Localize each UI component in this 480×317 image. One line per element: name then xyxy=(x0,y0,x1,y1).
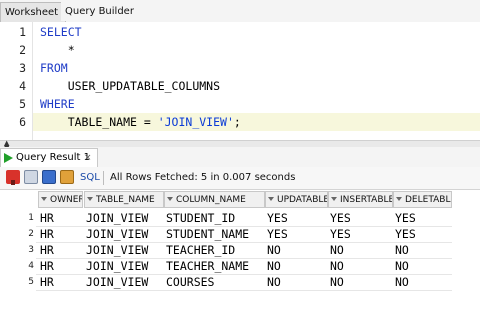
table-cell[interactable]: COURSES xyxy=(166,275,214,289)
sort-icon[interactable] xyxy=(167,197,173,201)
table-cell[interactable]: NO xyxy=(330,259,344,273)
sort-icon[interactable] xyxy=(396,197,402,201)
code-line[interactable]: TABLE_NAME = 'JOIN_VIEW'; xyxy=(40,115,241,129)
column-header-label: UPDATABLE xyxy=(277,195,328,205)
line-number: 5 xyxy=(19,97,26,111)
table-cell[interactable]: YES xyxy=(267,211,288,225)
sql-editor[interactable]: 1 2 3 4 5 6 SELECT * FROM USER_UPDATABLE_COLUM… xyxy=(0,22,480,140)
column-header-label: COLUMN_NAME xyxy=(176,195,246,205)
row-number[interactable]: 2 xyxy=(18,229,34,239)
table-cell[interactable]: NO xyxy=(395,275,409,289)
table-cell[interactable]: HR xyxy=(40,259,54,273)
line-number: 1 xyxy=(19,25,26,39)
export-icon[interactable] xyxy=(60,170,74,184)
save-icon[interactable] xyxy=(42,170,56,184)
column-header-owner[interactable]: OWNER xyxy=(38,191,83,208)
row-divider xyxy=(36,290,452,291)
table-cell[interactable]: YES xyxy=(330,227,351,241)
run-icon xyxy=(4,153,13,163)
result-toolbar: SQL All Rows Fetched: 5 in 0.007 seconds xyxy=(0,167,480,190)
tab-worksheet[interactable]: Worksheet xyxy=(0,2,66,22)
tab-query-builder[interactable]: Query Builder xyxy=(61,2,149,21)
table-cell[interactable]: YES xyxy=(395,227,416,241)
line-number: 4 xyxy=(19,79,26,93)
sql-keyword: FROM xyxy=(40,61,68,75)
sql-text: * xyxy=(40,43,75,57)
sort-icon[interactable] xyxy=(41,197,47,201)
result-tab-label: Query Result 1 xyxy=(16,152,91,163)
table-cell[interactable]: HR xyxy=(40,275,54,289)
sort-icon[interactable] xyxy=(331,197,337,201)
print-icon[interactable] xyxy=(24,170,38,184)
sql-text: USER_UPDATABLE_COLUMNS xyxy=(40,79,221,93)
table-cell[interactable]: TEACHER_ID xyxy=(166,243,235,257)
table-cell[interactable]: JOIN_VIEW xyxy=(86,227,148,241)
column-header-deletable[interactable]: DELETABLE xyxy=(393,191,452,208)
code-line[interactable]: * xyxy=(40,43,75,57)
table-cell[interactable]: NO xyxy=(395,259,409,273)
table-cell[interactable]: JOIN_VIEW xyxy=(86,275,148,289)
code-line[interactable]: FROM xyxy=(40,61,68,75)
line-number: 3 xyxy=(19,61,26,75)
tab-query-result[interactable]: Query Result 1 × xyxy=(0,148,98,167)
table-cell[interactable]: TEACHER_NAME xyxy=(166,259,249,273)
table-cell[interactable]: NO xyxy=(330,275,344,289)
table-cell[interactable]: JOIN_VIEW xyxy=(86,243,148,257)
sql-keyword: SELECT xyxy=(40,25,82,39)
pin-icon[interactable] xyxy=(6,170,20,185)
sql-text: TABLE_NAME = xyxy=(40,115,158,129)
toolbar-separator xyxy=(103,171,104,185)
fetch-status: All Rows Fetched: 5 in 0.007 seconds xyxy=(110,172,296,183)
sort-icon[interactable] xyxy=(268,197,274,201)
column-header-column-name[interactable]: COLUMN_NAME xyxy=(164,191,265,208)
row-number[interactable]: 1 xyxy=(18,213,34,223)
close-icon[interactable]: × xyxy=(84,149,92,167)
column-header-insertable[interactable]: INSERTABLE xyxy=(328,191,393,208)
column-header-updatable[interactable]: UPDATABLE xyxy=(265,191,328,208)
sql-button[interactable]: SQL xyxy=(80,170,100,186)
table-cell[interactable]: YES xyxy=(267,227,288,241)
result-tab-strip: Query Result 1 × xyxy=(0,147,480,168)
column-header-label: INSERTABLE xyxy=(340,195,393,205)
table-cell[interactable]: STUDENT_ID xyxy=(166,211,235,225)
code-line[interactable]: USER_UPDATABLE_COLUMNS xyxy=(40,79,220,93)
sql-keyword: WHERE xyxy=(40,97,75,111)
table-cell[interactable]: JOIN_VIEW xyxy=(86,211,148,225)
table-cell[interactable]: HR xyxy=(40,227,54,241)
table-cell[interactable]: YES xyxy=(395,211,416,225)
row-number[interactable]: 4 xyxy=(18,261,34,271)
line-number: 6 xyxy=(19,115,26,129)
sort-icon[interactable] xyxy=(87,197,93,201)
sql-string: 'JOIN_VIEW' xyxy=(157,115,234,129)
table-cell[interactable]: NO xyxy=(330,243,344,257)
table-cell[interactable]: STUDENT_NAME xyxy=(166,227,249,241)
table-cell[interactable]: YES xyxy=(330,211,351,225)
line-number-gutter: 1 2 3 4 5 6 xyxy=(0,22,33,140)
column-header-label: TABLE_NAME xyxy=(96,195,155,205)
table-cell[interactable]: NO xyxy=(267,275,281,289)
table-cell[interactable]: NO xyxy=(267,243,281,257)
table-cell[interactable]: JOIN_VIEW xyxy=(86,259,148,273)
line-number: 2 xyxy=(19,43,26,57)
table-cell[interactable]: HR xyxy=(40,211,54,225)
table-cell[interactable]: NO xyxy=(267,259,281,273)
row-number[interactable]: 5 xyxy=(18,277,34,287)
column-header-table-name[interactable]: TABLE_NAME xyxy=(84,191,164,208)
code-line[interactable]: SELECT xyxy=(40,25,82,39)
column-header-label: DELETABLE xyxy=(405,195,452,205)
column-header-label: OWNER xyxy=(50,195,83,205)
worksheet-tab-strip: Worksheet Query Builder xyxy=(0,0,480,23)
table-cell[interactable]: HR xyxy=(40,243,54,257)
row-number[interactable]: 3 xyxy=(18,245,34,255)
sql-text: ; xyxy=(233,115,241,129)
code-line[interactable]: WHERE xyxy=(40,97,75,111)
table-cell[interactable]: NO xyxy=(395,243,409,257)
